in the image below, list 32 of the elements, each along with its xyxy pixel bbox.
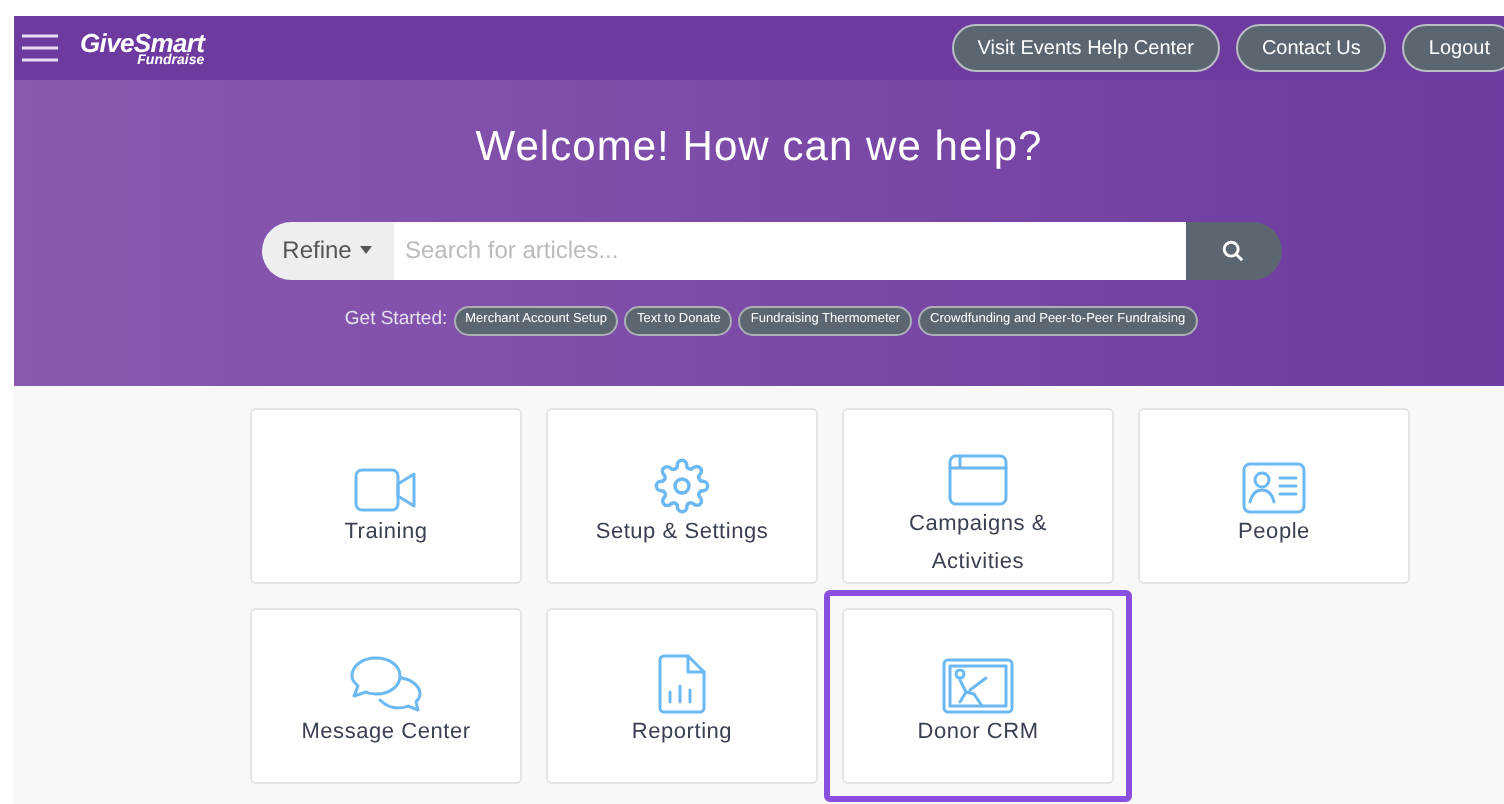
category-card[interactable]: Message Center (250, 608, 522, 784)
browser-window-icon (948, 454, 1008, 506)
category-card[interactable]: People (1138, 408, 1410, 584)
category-card[interactable]: Setup & Settings (546, 408, 818, 584)
header-button[interactable]: Contact Us (1235, 24, 1387, 72)
search-field[interactable]: Search for articles... (393, 221, 1185, 279)
category-card[interactable]: Training (250, 408, 522, 584)
category-label: Donor CRM (915, 718, 1041, 748)
chat-bubbles-icon (348, 654, 424, 714)
refine-dropdown[interactable]: Refine (261, 221, 393, 279)
header-button[interactable]: Visit Events Help Center (951, 24, 1220, 72)
category-label: Training (342, 518, 430, 548)
category-label: People (1236, 518, 1312, 548)
presentation-board-icon (942, 658, 1014, 714)
category-label: Reporting (629, 718, 735, 748)
video-camera-icon (354, 466, 418, 514)
search-icon (1222, 239, 1244, 261)
get-started-label: Get Started: (344, 305, 448, 334)
caret-icon (359, 246, 372, 254)
search-button[interactable] (1185, 221, 1281, 279)
hero-title: Welcome! How can we help? (475, 122, 1043, 174)
category-label: Campaigns & Activities (906, 510, 1050, 578)
category-label: Setup & Settings (593, 518, 771, 548)
header-button[interactable]: Logout (1402, 24, 1504, 72)
report-document-icon (658, 654, 706, 714)
menu-icon[interactable] (22, 34, 58, 62)
category-card[interactable]: Donor CRM (842, 608, 1114, 784)
category-label: Message Center (299, 718, 473, 748)
settings-icon (654, 458, 710, 514)
category-card[interactable]: Campaigns & Activities (842, 408, 1114, 584)
category-card[interactable]: Reporting (546, 608, 818, 784)
contact-card-icon (1242, 462, 1306, 514)
